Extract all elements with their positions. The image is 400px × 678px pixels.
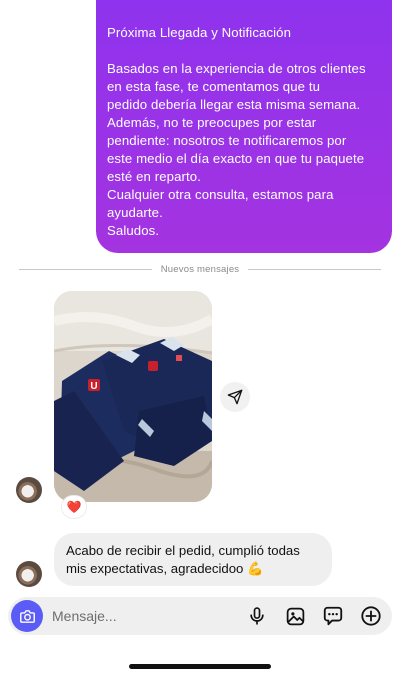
new-messages-label: Nuevos mensajes [160, 263, 240, 275]
incoming-message-bubble[interactable]: Acabo de recibir el pedid, cumplió todas… [54, 533, 332, 586]
home-indicator [129, 664, 271, 669]
jerseys-on-bed-photo: U [54, 291, 212, 502]
message-line: pedido debería llegar esta misma semana. [107, 97, 361, 112]
svg-text:U: U [90, 381, 97, 392]
microphone-button[interactable] [244, 603, 270, 629]
message-line: este medio el día exacto en que tu paque… [107, 151, 365, 166]
message-composer [8, 597, 392, 635]
share-button[interactable] [220, 382, 250, 412]
sticker-button[interactable] [320, 603, 346, 629]
message-line: Próxima Llegada y Notificación [107, 25, 292, 40]
avatar[interactable] [16, 561, 42, 587]
message-line: mis expectativas, agradecidoo 💪 [66, 561, 264, 576]
message-line: ayudarte. [107, 205, 163, 220]
add-button[interactable] [358, 603, 384, 629]
heart-reaction[interactable]: ❤️ [61, 495, 87, 519]
camera-icon [19, 609, 35, 623]
camera-button[interactable] [11, 600, 43, 632]
outgoing-message-bubble[interactable]: Próxima Llegada y Notificación Basados e… [96, 0, 392, 253]
send-icon [227, 389, 243, 405]
message-line: Además, no te preocupes por estar [107, 115, 317, 130]
gallery-button[interactable] [282, 603, 308, 629]
message-line: Basados en la experiencia de otros clien… [107, 61, 366, 76]
message-line: pendiente: nosotros te notificaremos por [107, 133, 347, 148]
divider-rule [19, 268, 152, 270]
message-line: esté en reparto. [107, 169, 201, 184]
message-line: en esta fase, te comentamos que tu [107, 79, 321, 94]
new-messages-divider: Nuevos mensajes [19, 262, 382, 276]
message-line: Cualquier otra consulta, estamos para [107, 187, 334, 202]
gallery-icon [286, 607, 304, 625]
message-input[interactable] [52, 602, 244, 630]
divider-rule [248, 268, 382, 270]
photo-message[interactable]: U [54, 291, 212, 502]
plus-icon [361, 606, 381, 626]
avatar[interactable] [16, 477, 42, 503]
message-line: Acabo de recibir el pedid, cumplió todas [66, 543, 300, 558]
message-line: Saludos. [107, 223, 160, 238]
microphone-icon [250, 607, 264, 625]
sticker-icon [323, 606, 343, 626]
